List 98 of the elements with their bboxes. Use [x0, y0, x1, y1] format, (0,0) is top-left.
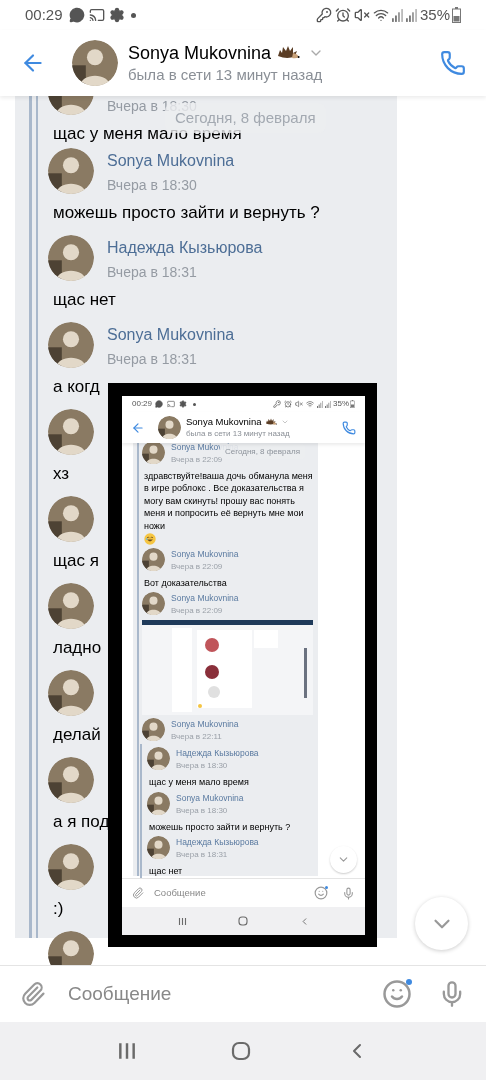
attach-icon[interactable]: [20, 981, 46, 1007]
avatar: [142, 548, 165, 572]
message-text: ладно: [53, 637, 102, 659]
message-text: делай: [53, 724, 101, 746]
battery-level: 35%: [333, 398, 349, 410]
message-time: Вчера в 18:30: [176, 804, 229, 816]
key-icon: [315, 7, 332, 23]
signal-icon: [317, 400, 323, 408]
avatar: [147, 836, 170, 860]
laughing-emoji-icon: [144, 533, 156, 546]
avatar: [147, 791, 170, 815]
contact-name[interactable]: Sonya Mukovnina: [186, 416, 262, 428]
sender-name[interactable]: Sonya Mukovnina: [176, 792, 244, 804]
message-time: Вчера в 22:09: [171, 561, 224, 573]
signal-icon: [405, 8, 417, 22]
avatar: [48, 409, 94, 455]
wifi-icon: [306, 400, 314, 408]
phone-icon[interactable]: [342, 420, 356, 435]
avatar: [142, 443, 165, 464]
back-icon[interactable]: [131, 420, 145, 435]
message-text: щас нет: [53, 289, 116, 311]
alarm-icon: [334, 7, 351, 23]
avatar: [48, 496, 94, 542]
message-text: щас нет: [149, 865, 183, 878]
chevron-down-icon[interactable]: [280, 418, 289, 426]
settings-icon: [179, 400, 188, 408]
message-time: Вчера в 18:31: [176, 849, 229, 861]
avatar: [48, 757, 94, 803]
message-time: Вчера в 18:30: [107, 97, 197, 114]
signal-icon: [325, 400, 331, 408]
chat-notification-icon: [68, 7, 85, 23]
mute-icon: [295, 400, 303, 408]
battery-level: 35%: [419, 4, 450, 25]
clock: 00:29: [25, 4, 63, 25]
mute-icon: [353, 7, 370, 23]
avatar: [158, 416, 181, 439]
sender-name[interactable]: Sonya Mukovnina: [107, 150, 235, 172]
clock: 00:29: [132, 398, 153, 410]
settings-icon: [108, 7, 125, 23]
hedgehog-icon: [276, 45, 301, 61]
message-text: а я под: [53, 811, 110, 833]
message-text: Вот доказательства: [144, 577, 227, 590]
sender-name[interactable]: Sonya Mukovnina: [107, 324, 235, 346]
wifi-icon: [372, 7, 389, 23]
recent-apps-icon[interactable]: [177, 916, 187, 926]
sender-name[interactable]: Надежда Кызьюрова: [176, 748, 259, 760]
emoji-icon[interactable]: [314, 886, 328, 900]
avatar: [48, 148, 94, 194]
hedgehog-icon: [264, 418, 277, 426]
avatar: [48, 322, 94, 368]
microphone-icon[interactable]: [342, 886, 355, 900]
last-seen: была в сети 13 минут назад: [128, 65, 324, 85]
home-icon[interactable]: [231, 1041, 251, 1061]
signal-icon: [391, 8, 403, 22]
battery-icon: [452, 7, 461, 23]
message-text: щас у меня мало время: [149, 776, 249, 789]
message-time: Вчера в 18:30: [107, 176, 198, 194]
message-text: :): [53, 898, 64, 920]
phone-icon[interactable]: [440, 50, 466, 76]
message-text: можешь просто зайти и вернуть ?: [149, 820, 291, 834]
emoji-icon[interactable]: [382, 979, 412, 1009]
avatar: [48, 844, 94, 890]
battery-icon: [350, 400, 355, 408]
message-time: Вчера в 22:11: [171, 731, 223, 743]
avatar: [142, 592, 165, 616]
cast-icon: [88, 7, 105, 23]
sender-name[interactable]: Sonya Mukovnina: [171, 593, 239, 605]
key-icon: [273, 400, 281, 408]
last-seen: была в сети 13 минут назад: [186, 428, 290, 439]
message-time: Вчера в 22:09: [171, 454, 224, 465]
message-text: можешь просто зайти и вернуть ?: [53, 202, 320, 224]
recent-apps-icon[interactable]: [117, 1041, 137, 1061]
sender-name[interactable]: Надежда Кызьюрова: [107, 237, 263, 259]
chat-notification-icon: [155, 400, 164, 408]
cast-icon: [167, 400, 176, 408]
alarm-icon: [284, 400, 292, 408]
message-time: Вчера в 22:09: [171, 605, 224, 617]
avatar: [72, 40, 118, 86]
message-text: а когд: [53, 376, 100, 398]
avatar: [142, 718, 165, 742]
sender-name[interactable]: Sonya Mukovnina: [171, 719, 239, 731]
message-text: здравствуйте!ваша дочь обманула меня в игре роблокс . Все доказательства я могу вам скинуть! прошу вас понять меня и попросить её вернуть мне мои ножи: [144, 470, 314, 533]
message-input[interactable]: Сообщение: [154, 885, 314, 901]
message-text: хз: [53, 463, 70, 485]
message-text: щас я: [53, 550, 99, 572]
message-time: Вчера в 18:30: [176, 760, 229, 772]
sender-name[interactable]: Надежда Кызьюрова: [176, 837, 259, 849]
home-icon[interactable]: [237, 916, 248, 926]
contact-name[interactable]: Sonya Mukovnina: [128, 41, 272, 65]
attach-icon[interactable]: [132, 887, 144, 899]
avatar: [147, 747, 170, 771]
avatar: [48, 235, 94, 281]
sender-name[interactable]: Sonya Mukovnina: [171, 549, 239, 561]
message-time: Вчера в 18:31: [107, 263, 198, 281]
avatar: [48, 583, 94, 629]
message-time: Вчера в 18:31: [107, 350, 198, 368]
message-input[interactable]: Сообщение: [68, 979, 382, 1009]
avatar: [48, 670, 94, 716]
